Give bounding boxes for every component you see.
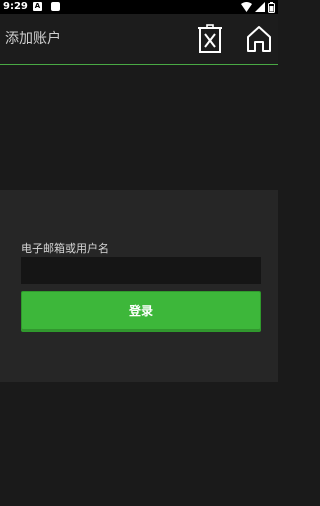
delete-button[interactable]: [195, 24, 225, 54]
status-icons: [241, 1, 275, 13]
wifi-icon: [241, 2, 252, 12]
app-bar: 添加账户: [0, 14, 278, 65]
login-button[interactable]: 登录: [21, 291, 261, 332]
username-input[interactable]: [21, 257, 261, 284]
page-title: 添加账户: [5, 31, 61, 47]
status-time: 9:29: [3, 1, 28, 12]
screen: 9:29 A 添加账户 电子邮箱或用户名 登录: [0, 0, 278, 506]
status-bar: 9:29 A: [0, 0, 278, 14]
login-panel: 电子邮箱或用户名 登录: [0, 190, 278, 382]
cellular-signal-icon: [255, 2, 265, 12]
delete-icon: [198, 24, 222, 53]
home-icon: [247, 26, 271, 52]
battery-icon: [268, 1, 275, 13]
home-button[interactable]: [244, 24, 274, 54]
square-notification-icon: [51, 2, 60, 11]
username-label: 电子邮箱或用户名: [21, 242, 109, 255]
app-notification-icon: A: [33, 2, 42, 11]
